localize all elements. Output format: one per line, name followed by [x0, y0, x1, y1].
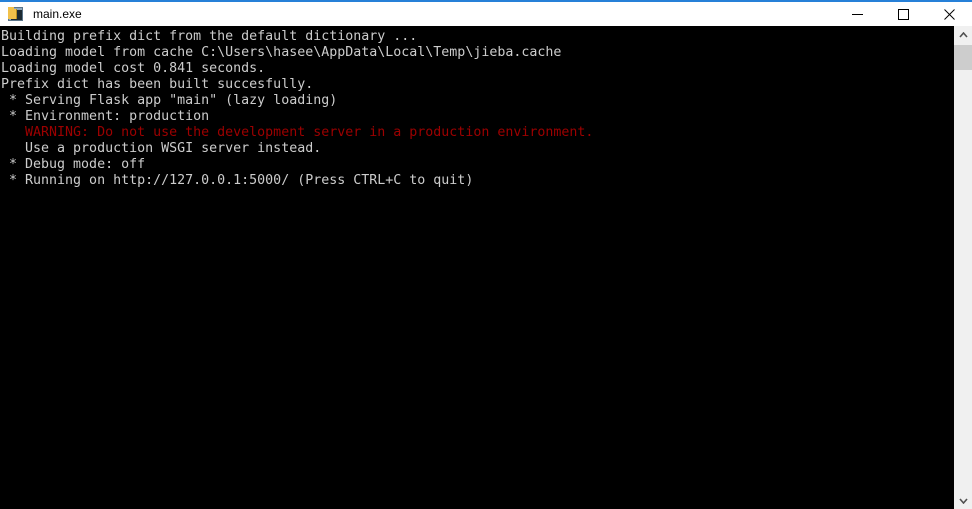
window-controls	[834, 2, 972, 26]
console-line: Use a production WSGI server instead.	[1, 141, 322, 156]
console-line: * Running on http://127.0.0.1:5000/ (Pre…	[1, 173, 474, 188]
close-button[interactable]	[926, 2, 972, 26]
chevron-down-icon	[958, 497, 968, 504]
console-line: Building prefix dict from the default di…	[1, 29, 418, 44]
maximize-button[interactable]	[880, 2, 926, 26]
scrollbar-track[interactable]	[954, 43, 972, 492]
console-text-block: Building prefix dict from the default di…	[0, 26, 953, 189]
console-output-area[interactable]: Building prefix dict from the default di…	[0, 26, 953, 509]
close-icon	[943, 8, 955, 20]
console-line: Loading model cost 0.841 seconds.	[1, 61, 266, 76]
scrollbar-down-button[interactable]	[954, 492, 972, 509]
console-line: WARNING: Do not use the development serv…	[1, 125, 594, 140]
chevron-up-icon	[958, 31, 968, 38]
window-title-text: main.exe	[33, 7, 82, 21]
console-line: Loading model from cache C:\Users\hasee\…	[1, 45, 562, 60]
minimize-icon	[851, 13, 863, 15]
window-title-bar[interactable]: main.exe	[0, 2, 972, 26]
console-line: * Serving Flask app "main" (lazy loading…	[1, 93, 338, 108]
console-line: Prefix dict has been built succesfully.	[1, 77, 314, 92]
console-line: * Environment: production	[1, 109, 210, 124]
scrollbar-up-button[interactable]	[954, 26, 972, 43]
maximize-icon	[897, 8, 909, 20]
minimize-button[interactable]	[834, 2, 880, 26]
console-line: * Debug mode: off	[1, 157, 146, 172]
console-app-icon	[8, 6, 24, 22]
console-window: main.exe Building prefix dict from the d…	[0, 0, 972, 509]
scrollbar-thumb[interactable]	[954, 45, 972, 70]
vertical-scrollbar[interactable]	[953, 26, 972, 509]
